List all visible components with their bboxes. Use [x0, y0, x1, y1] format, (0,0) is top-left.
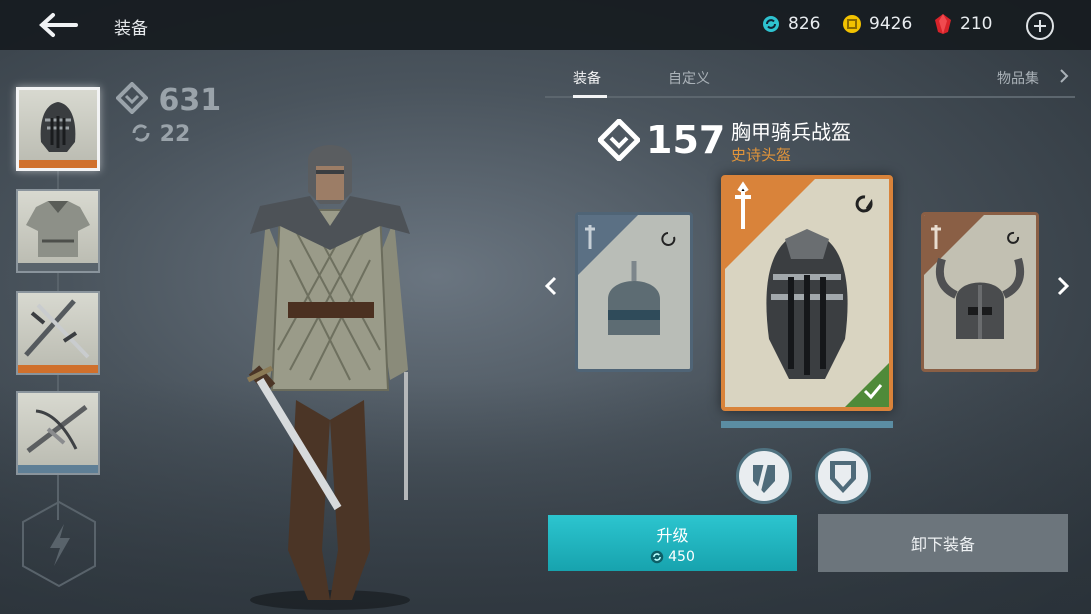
enchant-icon — [661, 232, 676, 246]
blue-gem-icon — [763, 16, 779, 32]
slot-helmet[interactable] — [16, 87, 100, 171]
item-card-next[interactable] — [921, 212, 1039, 372]
blue-gem-icon — [650, 550, 664, 563]
tab-customize[interactable]: 自定义 — [668, 68, 710, 88]
ability-defense[interactable] — [815, 448, 871, 504]
skill-slot-hexagon[interactable] — [20, 500, 98, 588]
rare-corner-icon — [578, 215, 676, 335]
slot-rarity-bar — [19, 160, 97, 168]
back-arrow-icon[interactable] — [36, 10, 80, 40]
chevron-left-icon[interactable] — [541, 272, 561, 300]
armor-icon — [26, 201, 90, 257]
currency-ruby: 210 — [935, 14, 992, 34]
horned-helmet-icon — [924, 215, 1025, 339]
power-gem-icon — [598, 119, 640, 161]
shield-icon — [830, 461, 856, 493]
ruby-icon — [935, 14, 951, 34]
slot-ranged-weapon[interactable] — [16, 391, 100, 475]
gold-count: 9426 — [869, 14, 913, 34]
slot-rarity-bar — [18, 263, 98, 271]
power-value: 631 — [158, 83, 222, 118]
item-card-prev[interactable] — [575, 212, 693, 372]
ground-fog — [0, 380, 1091, 614]
currency-blue-gems: 826 — [762, 14, 820, 34]
item-card-selected[interactable] — [721, 175, 893, 411]
blue-gem-count: 826 — [788, 14, 821, 34]
equipped-corner — [845, 363, 889, 407]
gold-coin-icon — [843, 15, 861, 33]
upgrade-cost-value: 450 — [668, 548, 695, 565]
currency-gold: 9426 — [842, 14, 912, 34]
item-level-bar — [721, 421, 893, 428]
top-bar: 装备 826 9426 210 — [0, 0, 1091, 50]
upgrade-level-value: 22 — [159, 122, 191, 147]
tab-bar: 装备 自定义 物品集 — [545, 62, 1075, 98]
shield-bash-icon — [753, 458, 775, 493]
lightning-icon — [50, 524, 70, 566]
upgrade-icon — [132, 124, 150, 142]
unequip-button[interactable]: 卸下装备 — [818, 514, 1068, 572]
add-currency-button[interactable] — [1026, 12, 1054, 40]
chevron-right-icon[interactable] — [1053, 272, 1073, 300]
slot-melee-weapon[interactable] — [16, 291, 100, 375]
character-upgrade-level: 22 — [130, 122, 190, 147]
character-model — [246, 145, 410, 610]
upgrade-label: 升级 — [656, 525, 689, 545]
helmet-icon — [725, 179, 889, 407]
enchant-icon — [1007, 231, 1020, 244]
crossbow-icon — [26, 405, 88, 453]
tab-equip[interactable]: 装备 — [573, 68, 601, 88]
upgrade-button[interactable]: 升级 450 — [548, 515, 797, 571]
sword-icon — [24, 299, 90, 359]
tab-item-sets[interactable]: 物品集 — [997, 68, 1039, 88]
ruby-count: 210 — [960, 14, 993, 34]
enchant-icon — [855, 195, 873, 213]
upgrade-cost: 450 — [650, 549, 695, 565]
item-type: 史诗头盔 — [731, 146, 792, 164]
active-tab-indicator — [573, 95, 607, 98]
item-power: 157 — [598, 118, 725, 162]
slot-rarity-bar — [18, 465, 98, 473]
item-name: 胸甲骑兵战盔 — [731, 120, 851, 144]
slot-armor[interactable] — [16, 189, 100, 273]
slot-rarity-bar — [18, 365, 98, 373]
item-power-value: 157 — [646, 118, 726, 162]
helmet-icon — [40, 102, 76, 152]
page-title: 装备 — [114, 19, 148, 39]
ability-shield-bash[interactable] — [736, 448, 792, 504]
chevron-right-icon[interactable] — [1059, 68, 1069, 84]
power-gem-icon — [115, 81, 149, 115]
character-power: 631 — [115, 81, 222, 118]
